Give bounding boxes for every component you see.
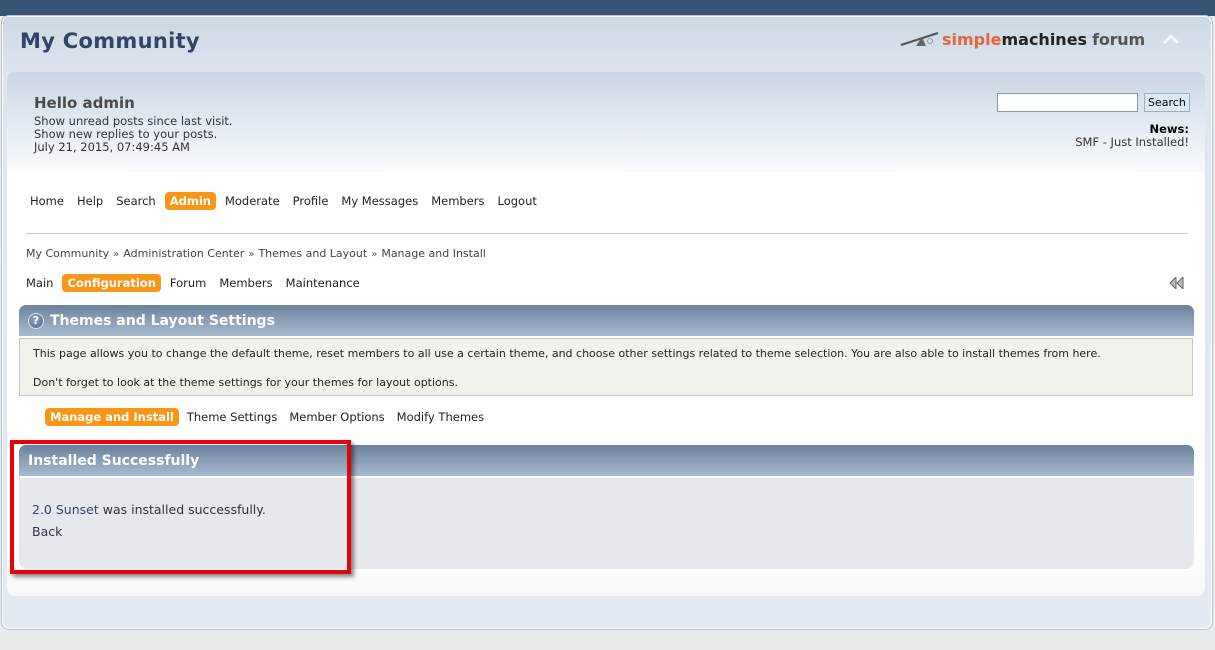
result-box: 2.0 Sunset was installed successfully. B… [19, 478, 1194, 569]
breadcrumb-separator: » [248, 249, 255, 260]
breadcrumb-separator: » [371, 249, 378, 260]
user-links: Show unread posts since last visit. Show… [34, 115, 233, 154]
search-button[interactable]: Search [1144, 93, 1190, 112]
seesaw-logo-icon [900, 32, 939, 46]
menu-item-members[interactable]: Members [427, 192, 488, 210]
tab-main[interactable]: Main [22, 274, 57, 292]
current-datetime: July 21, 2015, 07:49:45 AM [34, 140, 190, 154]
top-band [0, 0, 1215, 16]
search-input[interactable] [997, 93, 1138, 112]
result-message: 2.0 Sunset was installed successfully. [32, 502, 266, 517]
section-title: Themes and Layout Settings [50, 312, 275, 329]
news-text: SMF - Just Installed! [1075, 135, 1189, 149]
breadcrumb-item[interactable]: Administration Center [123, 247, 244, 260]
logo-text-machines: machines [1001, 29, 1088, 49]
theme-link[interactable]: 2.0 Sunset [32, 502, 99, 517]
subtab-manage-and-install[interactable]: Manage and Install [45, 408, 179, 426]
breadcrumb: My Community» Administration Center» Theme… [26, 247, 486, 260]
menu-item-help[interactable]: Help [73, 192, 107, 210]
tab-forum[interactable]: Forum [166, 274, 210, 292]
tab-members[interactable]: Members [215, 274, 276, 292]
double-chevron-left-icon [1169, 275, 1184, 291]
forum-title[interactable]: My Community [20, 29, 200, 53]
menu-divider [26, 233, 1188, 234]
question-mark-icon[interactable]: ? [28, 312, 44, 329]
section-description: This page allows you to change the defau… [19, 338, 1193, 396]
result-title: Installed Successfully [28, 452, 200, 469]
logo-text-forum: forum [1092, 29, 1145, 49]
user-greeting: Hello admin [34, 94, 135, 112]
user-section: Hello admin Show unread posts since last… [7, 72, 1205, 172]
sub-tabs: Manage and Install Theme Settings Member… [45, 408, 492, 426]
main-menu: Home Help Search Admin Moderate Profile … [26, 192, 546, 210]
menu-item-search[interactable]: Search [112, 192, 160, 210]
search-form: Search [997, 93, 1190, 112]
collapse-header-button[interactable] [1162, 30, 1180, 48]
admin-tabs: Main Configuration Forum Members Mainten… [22, 274, 369, 292]
tab-configuration[interactable]: Configuration [62, 274, 161, 292]
description-text: This page allows you to change the defau… [33, 347, 1101, 360]
tab-maintenance[interactable]: Maintenance [282, 274, 364, 292]
main-content: Home Help Search Admin Moderate Profile … [7, 172, 1205, 596]
back-link[interactable]: Back [32, 524, 62, 539]
smf-logo[interactable]: simple machines forum [900, 27, 1145, 51]
subtab-member-options[interactable]: Member Options [285, 408, 388, 426]
breadcrumb-item[interactable]: My Community [26, 247, 109, 260]
news-title: News: [1149, 122, 1190, 136]
breadcrumb-item[interactable]: Manage and Install [381, 247, 486, 260]
subtab-modify-themes[interactable]: Modify Themes [393, 408, 488, 426]
menu-item-admin[interactable]: Admin [164, 192, 216, 210]
menu-item-moderate[interactable]: Moderate [221, 192, 284, 210]
menu-item-home[interactable]: Home [26, 192, 68, 210]
themes-settings-header: ? Themes and Layout Settings [19, 305, 1194, 336]
result-message-text: was installed successfully. [98, 502, 266, 517]
chevron-up-icon [1163, 34, 1179, 44]
menu-item-my-messages[interactable]: My Messages [337, 192, 422, 210]
menu-item-profile[interactable]: Profile [289, 192, 333, 210]
description-text: Don't forget to look at the theme settin… [33, 376, 458, 389]
sidebar-toggle-button[interactable] [1169, 275, 1185, 291]
menu-item-logout[interactable]: Logout [494, 192, 541, 210]
subtab-theme-settings[interactable]: Theme Settings [183, 408, 282, 426]
installed-header: Installed Successfully [19, 445, 1194, 476]
logo-text-simple: simple [942, 29, 1002, 49]
breadcrumb-separator: » [113, 249, 120, 260]
breadcrumb-item[interactable]: Themes and Layout [258, 247, 367, 260]
